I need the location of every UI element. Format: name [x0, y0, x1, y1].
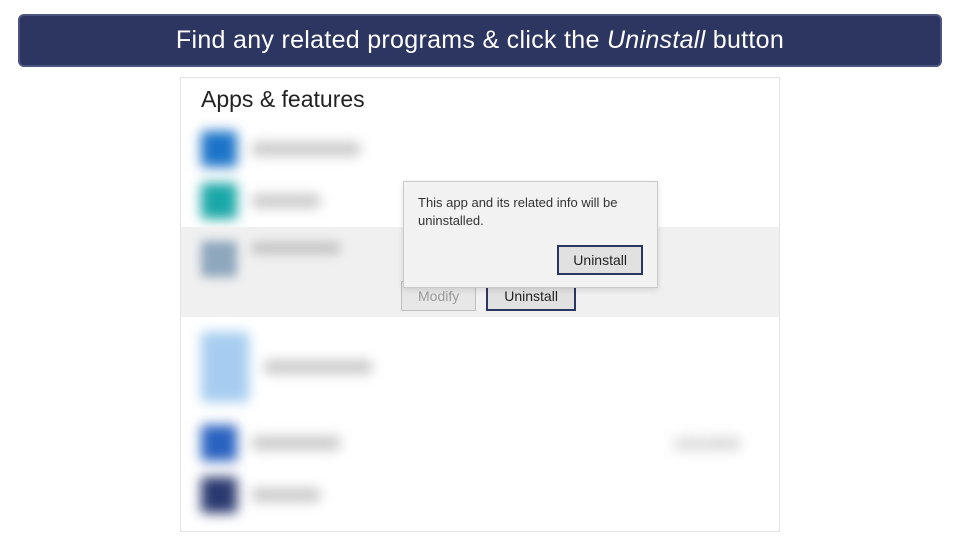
app-name-blurred [251, 241, 341, 255]
app-install-date: 12/21/2023 [674, 436, 739, 451]
app-icon [201, 131, 237, 167]
app-name-blurred [251, 194, 321, 208]
popup-actions: Uninstall [418, 245, 643, 275]
app-icon [201, 332, 249, 402]
popup-uninstall-button[interactable]: Uninstall [557, 245, 643, 275]
app-icon [201, 425, 237, 461]
popup-message: This app and its related info will be un… [418, 194, 643, 229]
app-row[interactable] [181, 123, 779, 175]
app-row[interactable]: 12/21/2023 [181, 417, 779, 469]
app-name-blurred [251, 436, 341, 450]
app-icon [201, 183, 237, 219]
app-icon [201, 241, 237, 277]
settings-window: Apps & features Modify Uninstall [180, 77, 780, 532]
banner-text-prefix: Find any related programs & click the [176, 26, 607, 54]
app-icon [201, 477, 237, 513]
banner-text-italic: Uninstall [607, 26, 706, 54]
uninstall-confirm-popup: This app and its related info will be un… [403, 181, 658, 288]
app-name-blurred [263, 360, 373, 374]
app-name-blurred [251, 142, 361, 156]
page-title: Apps & features [181, 78, 779, 123]
app-name-blurred [251, 488, 321, 502]
app-row[interactable] [181, 469, 779, 521]
banner-text-suffix: button [706, 26, 785, 54]
app-row[interactable] [181, 317, 779, 417]
instruction-banner: Find any related programs & click the Un… [18, 14, 942, 67]
